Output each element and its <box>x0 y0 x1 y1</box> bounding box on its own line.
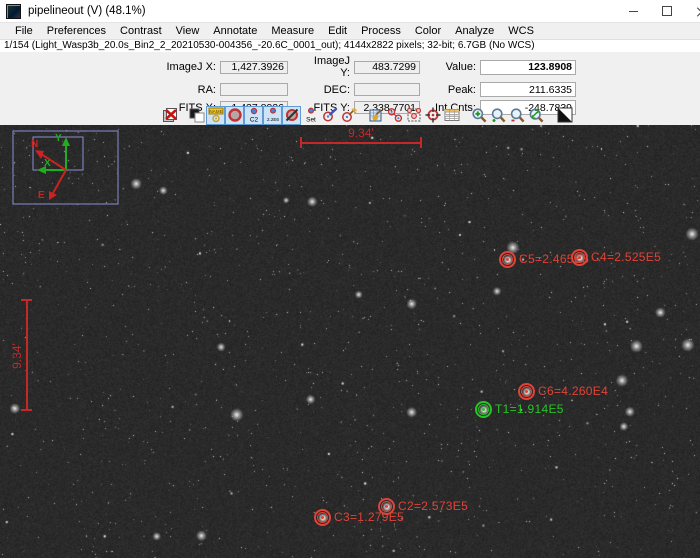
clear-table-button[interactable] <box>366 106 385 125</box>
zoom-fit-icon <box>528 107 544 123</box>
zoom-in-alt-icon <box>490 107 506 123</box>
window-title: pipelineout (V) (48.1%) <box>28 5 146 17</box>
menu-measure[interactable]: Measure <box>264 25 321 37</box>
annotation-layer: C5=2.465E5C4=2.525E5C6=4.260E4T1=1.914E5… <box>0 125 700 558</box>
zoom-in-alt-button[interactable] <box>488 106 507 125</box>
menubar: File Preferences Contrast View Annotate … <box>0 23 700 40</box>
zoom-fit-button[interactable] <box>526 106 545 125</box>
menu-annotate[interactable]: Annotate <box>206 25 264 37</box>
menu-file[interactable]: File <box>8 25 40 37</box>
contrast-button[interactable] <box>187 106 206 125</box>
aperture-button[interactable] <box>225 106 244 125</box>
menu-edit[interactable]: Edit <box>321 25 354 37</box>
close-stack-button[interactable] <box>160 106 179 125</box>
counts-aperture-button[interactable]: 2.2E6 <box>263 106 282 125</box>
aperture-icon <box>227 107 243 123</box>
aperture-label-c2: C2=2.573E5 <box>398 499 468 513</box>
name-annotation-button[interactable]: NAME <box>206 106 225 125</box>
dec-field[interactable] <box>354 83 420 96</box>
minimize-button[interactable] <box>616 0 650 22</box>
menu-color[interactable]: Color <box>408 25 448 37</box>
close-button[interactable] <box>684 0 700 22</box>
zoom-in-button[interactable] <box>469 106 488 125</box>
zoom-out-icon <box>509 107 525 123</box>
clear-table-icon <box>368 107 384 123</box>
titlebar: pipelineout (V) (48.1%) <box>0 0 700 23</box>
maximize-icon <box>662 6 672 16</box>
aperture-c4[interactable] <box>571 249 588 266</box>
value-field: 123.8908 <box>480 60 576 75</box>
set-aperture-icon: Set <box>303 107 319 123</box>
window-controls <box>616 0 700 22</box>
svg-text:Set: Set <box>306 117 316 124</box>
peak-label: Peak: <box>434 84 476 96</box>
invert-lut-button[interactable] <box>555 106 574 125</box>
menu-view[interactable]: View <box>169 25 207 37</box>
aperture-c3[interactable] <box>314 509 331 526</box>
maximize-button[interactable] <box>650 0 684 22</box>
aperture-label-c6: C6=4.260E4 <box>538 384 608 398</box>
centroid-button[interactable] <box>423 106 442 125</box>
align-stack-icon <box>406 107 422 123</box>
value-label: Value: <box>434 61 476 73</box>
delete-aperture-button[interactable] <box>282 106 301 125</box>
zoom-in-icon <box>471 107 487 123</box>
counts-aperture-icon: 2.2E6 <box>265 107 281 123</box>
aperture-c2[interactable] <box>378 498 395 515</box>
menu-analyze[interactable]: Analyze <box>448 25 501 37</box>
aperture-c5[interactable] <box>499 251 516 268</box>
clear-overlay-icon <box>341 107 357 123</box>
imagej-y-field[interactable] <box>354 61 420 74</box>
astroimagej-window: pipelineout (V) (48.1%) File Preferences… <box>0 0 700 558</box>
zoom-out-button[interactable] <box>507 106 526 125</box>
menu-wcs[interactable]: WCS <box>501 25 541 37</box>
aperture-label-t1: T1=1.914E5 <box>495 402 564 416</box>
ra-field[interactable] <box>220 83 288 96</box>
align-stack-button[interactable] <box>404 106 423 125</box>
image-info-line: 1/154 (Light_Wasp3b_20.0s_Bin2_2_2021053… <box>0 40 700 52</box>
imagej-y-label: ImageJ Y: <box>302 55 350 79</box>
contrast-icon <box>189 107 205 123</box>
invert-lut-icon <box>557 107 573 123</box>
image-canvas-area[interactable]: Y X N E 9.34' 9.34' C5=2.465E5C4=2.525E5… <box>0 125 700 558</box>
centroid-icon <box>425 107 441 123</box>
name-annotation-icon: NAME <box>208 107 224 123</box>
c2-aperture-icon: C2 <box>246 107 262 123</box>
aperture-label-c3: C3=1.279E5 <box>334 510 404 524</box>
svg-text:NAME: NAME <box>209 109 222 114</box>
close-icon <box>697 7 700 16</box>
c2-aperture-button[interactable]: C2 <box>244 106 263 125</box>
svg-text:2.2E6: 2.2E6 <box>266 117 278 122</box>
aperture-c6[interactable] <box>518 383 535 400</box>
close-stack-icon <box>162 107 178 123</box>
imagej-x-label: ImageJ X: <box>152 61 216 73</box>
annotate-pencil-button[interactable] <box>320 106 339 125</box>
control-panel: ImageJ X: ImageJ Y: Value: 123.8908 RA: … <box>0 52 700 125</box>
ra-label: RA: <box>152 84 216 96</box>
menu-preferences[interactable]: Preferences <box>40 25 113 37</box>
menu-process[interactable]: Process <box>354 25 408 37</box>
delete-aperture-icon <box>284 107 300 123</box>
multi-aperture-icon <box>387 107 403 123</box>
annotate-pencil-icon <box>322 107 338 123</box>
svg-text:C2: C2 <box>249 117 258 124</box>
aperture-t1[interactable] <box>475 401 492 418</box>
app-icon <box>6 4 21 19</box>
imagej-x-field[interactable] <box>220 61 288 74</box>
measurement-table-button[interactable] <box>442 106 461 125</box>
clear-overlay-button[interactable] <box>339 106 358 125</box>
dec-label: DEC: <box>302 84 350 96</box>
toolbar: NAME C2 2.2E6 Set <box>0 105 700 125</box>
menu-contrast[interactable]: Contrast <box>113 25 169 37</box>
multi-aperture-button[interactable] <box>385 106 404 125</box>
minimize-icon <box>629 11 638 12</box>
aperture-label-c4: C4=2.525E5 <box>591 250 661 264</box>
set-aperture-button[interactable]: Set <box>301 106 320 125</box>
measurement-table-icon <box>444 107 460 123</box>
peak-field: 211.6335 <box>480 82 576 97</box>
